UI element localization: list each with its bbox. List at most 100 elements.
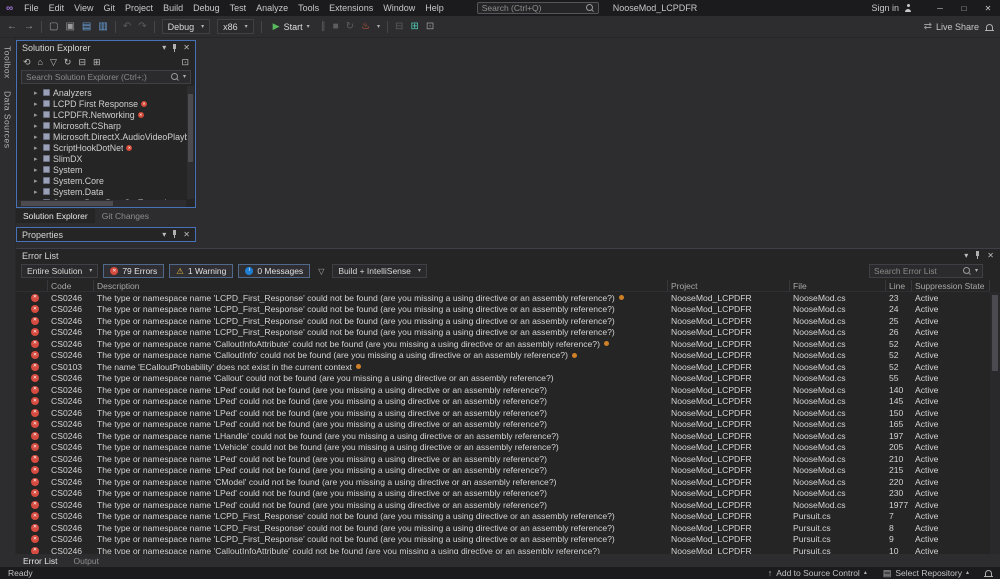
- tree-item-reference[interactable]: ▸ Microsoft.CSharp: [17, 120, 195, 131]
- chevron-down-icon[interactable]: ▾: [975, 268, 978, 274]
- column-severity[interactable]: [22, 280, 48, 291]
- quick-search-box[interactable]: [477, 2, 599, 14]
- expander-icon[interactable]: ▸: [34, 166, 40, 174]
- menu-item[interactable]: Edit: [44, 0, 70, 16]
- error-row[interactable]: CS0246 The type or namespace name 'Callo…: [22, 373, 990, 385]
- close-icon[interactable]: ✕: [183, 44, 190, 52]
- column-project[interactable]: Project: [668, 280, 790, 291]
- expander-icon[interactable]: ▸: [34, 122, 40, 130]
- minimize-button[interactable]: ─: [928, 0, 952, 16]
- tab-error-list[interactable]: Error List: [16, 554, 64, 567]
- menu-item[interactable]: Analyze: [251, 0, 293, 16]
- add-to-source-control-button[interactable]: ↑ Add to Source Control ▴: [768, 568, 867, 578]
- close-icon[interactable]: ✕: [183, 231, 190, 239]
- tree-item-reference[interactable]: ▸ LCPD First Response ✕: [17, 98, 195, 109]
- toolbox-vertical-tab[interactable]: Toolbox: [3, 46, 13, 79]
- tab-solution-explorer[interactable]: Solution Explorer: [16, 209, 95, 223]
- menu-item[interactable]: Help: [420, 0, 449, 16]
- toolbar-options-icon[interactable]: ⊡: [426, 22, 434, 32]
- error-row[interactable]: CS0246 The type or namespace name 'LPed'…: [22, 499, 990, 511]
- new-file-icon[interactable]: ▢: [49, 22, 58, 32]
- chevron-down-icon[interactable]: ▾: [377, 24, 380, 30]
- column-file[interactable]: File: [790, 280, 886, 291]
- tree-item-reference[interactable]: ▸ System.Data: [17, 186, 195, 197]
- save-all-icon[interactable]: ▥: [98, 22, 107, 32]
- solution-configuration-combobox[interactable]: Debug ▾: [162, 19, 211, 34]
- tree-item-reference[interactable]: ▸ System.Core: [17, 175, 195, 186]
- expander-icon[interactable]: ▸: [34, 155, 40, 163]
- error-row[interactable]: CS0246 The type or namespace name 'LCPD_…: [22, 304, 990, 316]
- error-row[interactable]: CS0246 The type or namespace name 'LCPD_…: [22, 292, 990, 304]
- tree-item-reference[interactable]: ▸ System: [17, 164, 195, 175]
- scope-combobox[interactable]: Entire Solution ▾: [21, 264, 98, 278]
- window-position-icon[interactable]: ▾: [162, 44, 166, 52]
- expander-icon[interactable]: ▸: [34, 133, 40, 141]
- warnings-filter-button[interactable]: ⚠ 1 Warning: [169, 264, 233, 278]
- chevron-down-icon[interactable]: ▾: [183, 74, 186, 80]
- menu-item[interactable]: Window: [378, 0, 420, 16]
- messages-filter-button[interactable]: 0 Messages: [238, 264, 310, 278]
- error-row[interactable]: CS0246 The type or namespace name 'LCPD_…: [22, 327, 990, 339]
- menu-item[interactable]: View: [69, 0, 98, 16]
- pin-icon[interactable]: [974, 251, 981, 260]
- navigate-back-icon[interactable]: ←: [7, 22, 17, 32]
- quick-search-input[interactable]: [482, 3, 582, 13]
- error-row[interactable]: CS0246 The type or namespace name 'LPed'…: [22, 396, 990, 408]
- expander-icon[interactable]: ▸: [34, 111, 40, 119]
- error-row[interactable]: CS0103 The name 'ECalloutProbability' do…: [22, 361, 990, 373]
- pin-icon[interactable]: [171, 230, 178, 239]
- select-repository-button[interactable]: ▤ Select Repository ▴: [883, 568, 969, 578]
- expander-icon[interactable]: ▸: [34, 100, 40, 108]
- tree-item-reference[interactable]: ▸ Microsoft.DirectX.AudioVideoPlayb: [17, 131, 195, 142]
- menu-item[interactable]: Debug: [188, 0, 225, 16]
- close-icon[interactable]: ✕: [987, 252, 994, 260]
- maximize-button[interactable]: □: [952, 0, 976, 16]
- error-row[interactable]: CS0246 The type or namespace name 'LCPD_…: [22, 534, 990, 546]
- expander-icon[interactable]: ▸: [34, 89, 40, 97]
- hot-reload-icon[interactable]: ♨: [361, 22, 370, 32]
- open-file-icon[interactable]: ▣: [65, 22, 74, 32]
- live-share-button[interactable]: ⇄ Live Share: [924, 22, 979, 32]
- column-line[interactable]: Line: [886, 280, 912, 291]
- menu-item[interactable]: Build: [158, 0, 188, 16]
- error-row[interactable]: CS0246 The type or namespace name 'LPed'…: [22, 453, 990, 465]
- window-position-icon[interactable]: ▾: [964, 252, 968, 260]
- error-row[interactable]: CS0246 The type or namespace name 'LPed'…: [22, 419, 990, 431]
- menu-item[interactable]: File: [19, 0, 44, 16]
- error-row[interactable]: CS0246 The type or namespace name 'LCPD_…: [22, 511, 990, 523]
- error-list-vertical-scrollbar[interactable]: [990, 292, 1000, 554]
- expander-icon[interactable]: ▸: [34, 177, 40, 185]
- menu-item[interactable]: Extensions: [324, 0, 378, 16]
- tree-horizontal-scrollbar[interactable]: [17, 200, 186, 207]
- error-row[interactable]: CS0246 The type or namespace name 'LPed'…: [22, 384, 990, 396]
- column-code[interactable]: Code: [48, 280, 94, 291]
- error-row[interactable]: CS0246 The type or namespace name 'LVehi…: [22, 442, 990, 454]
- data-sources-vertical-tab[interactable]: Data Sources: [3, 91, 13, 149]
- error-row[interactable]: CS0246 The type or namespace name 'LCPD_…: [22, 315, 990, 327]
- save-icon[interactable]: ▤: [82, 22, 91, 32]
- scrollbar-thumb[interactable]: [188, 94, 193, 162]
- find-in-files-icon[interactable]: ⊞: [410, 22, 418, 32]
- scrollbar-thumb[interactable]: [21, 201, 113, 206]
- solution-explorer-search-input[interactable]: [26, 72, 167, 82]
- filter-icon[interactable]: ▽: [315, 267, 327, 276]
- home-icon[interactable]: ⌂: [38, 57, 43, 67]
- feedback-bell-icon[interactable]: [986, 24, 993, 30]
- expander-icon[interactable]: ▸: [34, 144, 40, 152]
- error-row[interactable]: CS0246 The type or namespace name 'LPed'…: [22, 407, 990, 419]
- pin-icon[interactable]: [171, 44, 178, 53]
- menu-item[interactable]: Tools: [293, 0, 324, 16]
- notifications-bell-icon[interactable]: [985, 570, 992, 576]
- undo-icon[interactable]: ↶: [123, 22, 131, 32]
- window-position-icon[interactable]: ▾: [162, 231, 166, 239]
- error-row[interactable]: CS0246 The type or namespace name 'Callo…: [22, 350, 990, 362]
- tab-git-changes[interactable]: Git Changes: [95, 209, 156, 223]
- errors-filter-button[interactable]: 79 Errors: [103, 264, 164, 278]
- error-row[interactable]: CS0246 The type or namespace name 'LCPD_…: [22, 522, 990, 534]
- close-button[interactable]: ✕: [976, 0, 1000, 16]
- column-suppression-state[interactable]: Suppression State: [912, 280, 990, 291]
- switch-views-icon[interactable]: ⟲: [23, 57, 31, 68]
- error-list-search-box[interactable]: ▾: [869, 264, 983, 278]
- expander-icon[interactable]: ▸: [34, 188, 40, 196]
- collapse-all-icon[interactable]: ⊟: [78, 57, 86, 68]
